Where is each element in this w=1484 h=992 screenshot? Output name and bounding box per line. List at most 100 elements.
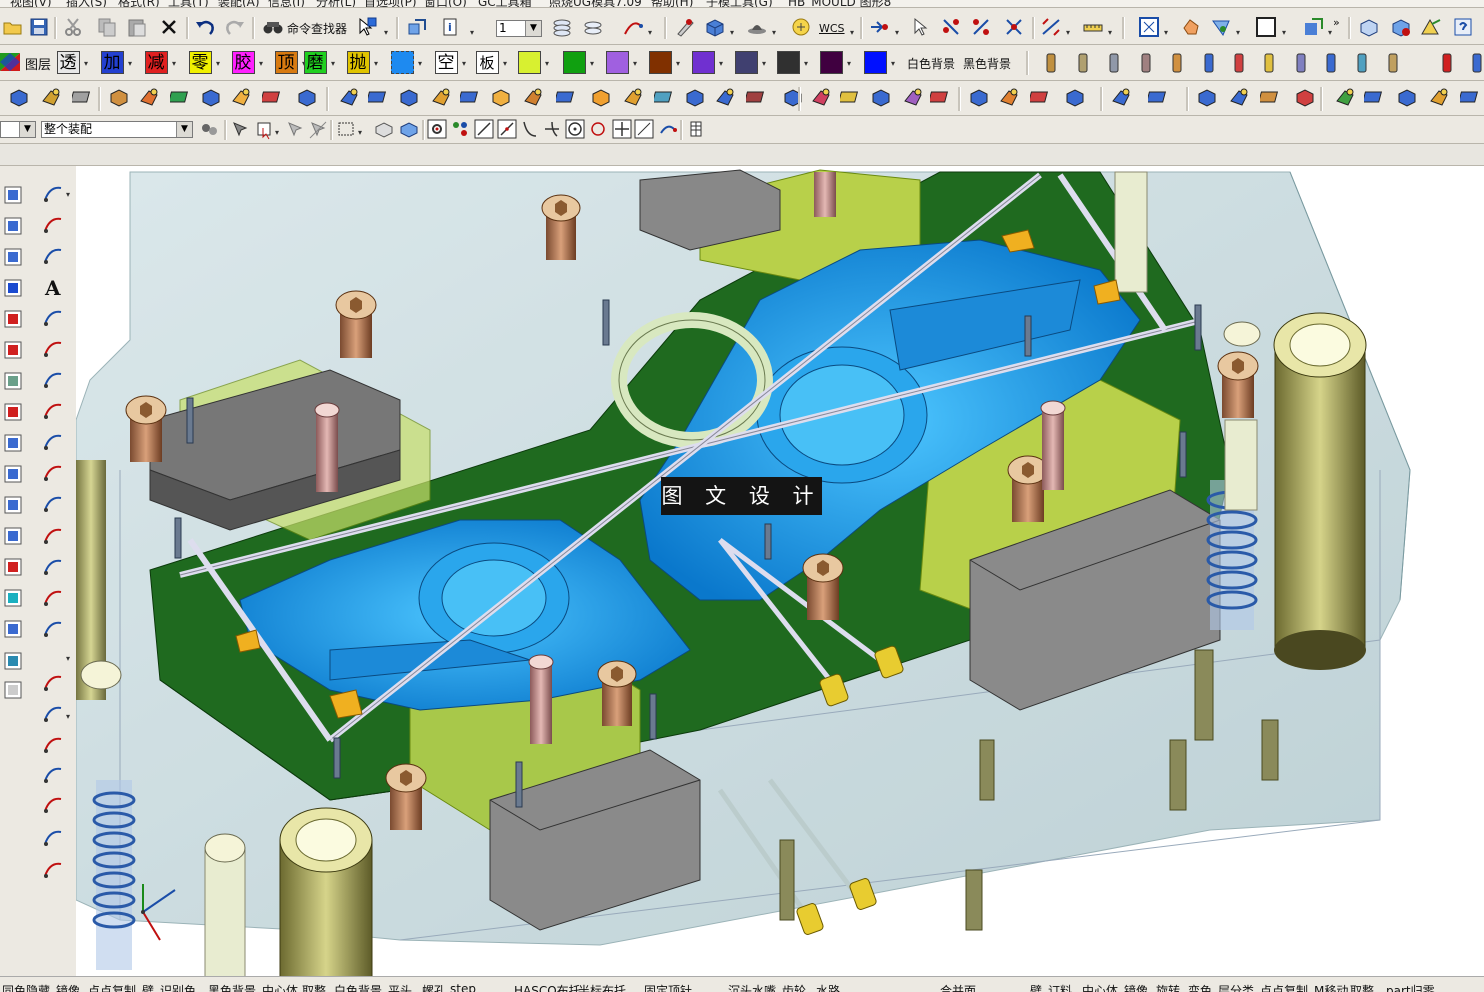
color-swatch[interactable]	[606, 51, 629, 74]
chevron-down-icon[interactable]: ▾	[590, 59, 594, 68]
fit-view-icon[interactable]	[1138, 16, 1160, 38]
swatch-label[interactable]: 透	[56, 52, 80, 74]
view-orient-icon[interactable]	[406, 16, 428, 38]
mold-design-icon[interactable]	[430, 86, 452, 108]
swatch-label[interactable]: 磨	[303, 52, 327, 74]
layer-label[interactable]: 图层	[25, 54, 51, 73]
layer-select[interactable]: 1 ▼	[496, 20, 542, 37]
color-swatch[interactable]	[864, 51, 887, 74]
mold-tool-icon[interactable]	[1258, 52, 1280, 74]
color-swatch[interactable]	[518, 51, 541, 74]
mold-tool-icon[interactable]	[1466, 52, 1484, 74]
show-icon[interactable]	[398, 118, 420, 140]
menu-item[interactable]: 子模工具(G)	[706, 0, 773, 7]
transform-icon[interactable]	[868, 16, 890, 38]
view-tool-icon[interactable]	[2, 370, 24, 392]
mold-design-icon[interactable]	[108, 86, 130, 108]
sketch-tool-icon[interactable]	[42, 337, 64, 359]
chevron-down-icon[interactable]: ▾	[66, 712, 70, 721]
view-tool-icon[interactable]	[2, 587, 24, 609]
chevron-down-icon[interactable]: ▾	[503, 59, 507, 68]
view-tool-icon[interactable]	[2, 215, 24, 237]
mold-design-icon[interactable]	[554, 86, 578, 108]
snap-center-icon[interactable]	[564, 118, 586, 140]
mold-tool-icon[interactable]	[1135, 52, 1157, 74]
view-tool-icon[interactable]	[2, 246, 24, 268]
chevron-down-icon[interactable]: ▾	[418, 59, 422, 68]
black-background-button[interactable]: 黑色背景	[963, 55, 1011, 72]
menu-item[interactable]: 首选项(P)	[364, 0, 417, 7]
swatch-label[interactable]: 胶	[231, 52, 255, 74]
mold-design-icon[interactable]	[366, 86, 390, 108]
mold-design-icon[interactable]	[684, 86, 706, 108]
type-filter-select[interactable]: ▼	[0, 121, 36, 138]
mold-design-icon[interactable]	[810, 86, 832, 108]
mold-design-icon[interactable]	[296, 86, 318, 108]
menu-item[interactable]: 插入(S)	[66, 0, 107, 7]
snap-curve-icon[interactable]	[519, 118, 541, 140]
mold-design-icon[interactable]	[490, 86, 512, 108]
mold-design-icon[interactable]	[1196, 86, 1218, 108]
mold-tool-icon[interactable]	[1351, 52, 1373, 74]
swatch-label[interactable]: 板	[475, 52, 499, 74]
mold-design-icon[interactable]	[928, 86, 952, 108]
menu-item[interactable]: 分析(L)	[316, 0, 356, 7]
color-swatch[interactable]	[735, 51, 758, 74]
view-tool-icon[interactable]	[2, 494, 24, 516]
sketch-tool-icon[interactable]	[42, 617, 64, 639]
swatch-label[interactable]: 空	[434, 52, 458, 74]
sketch-tool-icon[interactable]	[42, 826, 64, 848]
grid-icon[interactable]	[686, 118, 708, 140]
component-icon[interactable]	[1358, 16, 1380, 38]
menu-item[interactable]: 帮助(H)	[651, 0, 693, 7]
swatch-label[interactable]: 减	[144, 52, 168, 74]
mold-design-icon[interactable]	[838, 86, 862, 108]
selection-filter-icon[interactable]	[198, 118, 220, 140]
wcs-icon[interactable]	[790, 16, 812, 38]
delete-icon[interactable]	[158, 16, 180, 38]
mold-design-icon[interactable]	[1458, 86, 1482, 108]
chevron-down-icon[interactable]: ▼	[525, 21, 541, 36]
filter-diag-icon[interactable]	[970, 16, 992, 38]
undo-icon[interactable]	[194, 16, 216, 38]
cut-icon[interactable]	[62, 16, 84, 38]
chevron-down-icon[interactable]: ▾	[128, 59, 132, 68]
chevron-down-icon[interactable]: ▾	[259, 59, 263, 68]
sketch-tool-icon[interactable]	[42, 733, 64, 755]
snap-point-icon[interactable]	[622, 16, 644, 38]
select-icon[interactable]	[910, 16, 932, 38]
mold-design-icon[interactable]	[8, 86, 30, 108]
mold-design-icon[interactable]	[622, 86, 644, 108]
sketch-tool-icon[interactable]	[42, 671, 64, 693]
view-tool-icon[interactable]	[2, 556, 24, 578]
sketch-tool-icon[interactable]	[42, 213, 64, 235]
text-tool-icon[interactable]: A	[42, 276, 64, 300]
mold-design-icon[interactable]	[260, 86, 284, 108]
select-body-icon[interactable]	[255, 118, 277, 140]
paste-icon[interactable]	[126, 16, 148, 38]
snap-arc-icon[interactable]	[657, 118, 679, 140]
pan-icon[interactable]	[1180, 16, 1202, 38]
graphics-viewport[interactable]: 图 文 设 计	[76, 166, 1484, 976]
sketch-tool-icon[interactable]	[42, 702, 64, 724]
open-icon[interactable]	[2, 16, 24, 38]
color-swatch[interactable]	[563, 51, 586, 74]
mold-design-icon[interactable]	[1028, 86, 1052, 108]
chevron-down-icon[interactable]: ▾	[172, 59, 176, 68]
view-tool-icon[interactable]	[2, 679, 24, 701]
move-to-layer-icon[interactable]	[582, 16, 604, 38]
mold-tool-icon[interactable]	[1072, 52, 1094, 74]
edit-object-icon[interactable]	[674, 16, 696, 38]
white-background-button[interactable]: 白色背景	[907, 55, 955, 72]
mold-design-icon[interactable]	[1228, 86, 1250, 108]
command-finder-label[interactable]: 命令查找器	[287, 20, 347, 37]
snap-intersection-icon[interactable]	[541, 118, 563, 140]
mold-tool-icon[interactable]	[1382, 52, 1404, 74]
chevron-down-icon[interactable]: ▾	[633, 59, 637, 68]
hide-icon[interactable]	[373, 118, 395, 140]
display-style-icon[interactable]	[1255, 16, 1277, 38]
menu-item[interactable]: 装配(A)	[218, 0, 260, 7]
sketch-tool-icon[interactable]	[42, 368, 64, 390]
snap-point-on-curve-icon[interactable]	[633, 118, 655, 140]
wcs-label[interactable]: WCS	[819, 22, 845, 35]
